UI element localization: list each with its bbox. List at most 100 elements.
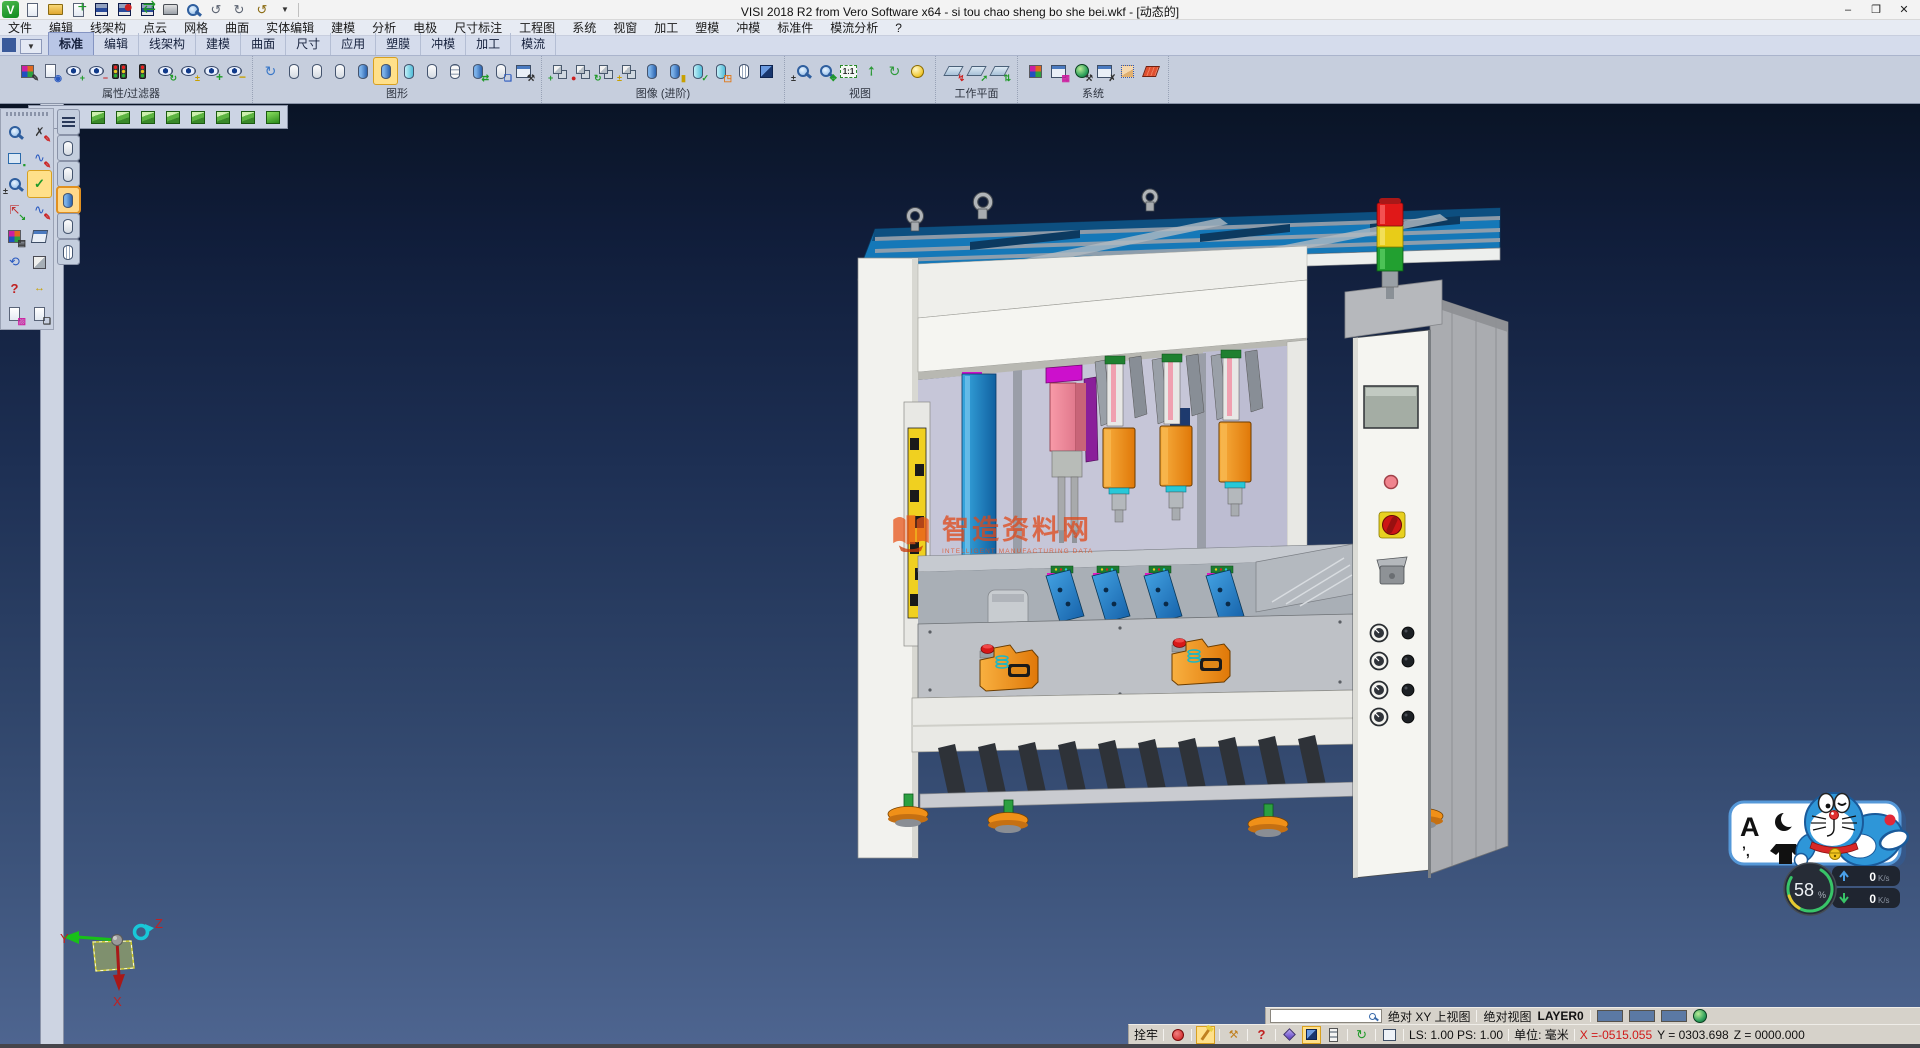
- lock-label[interactable]: 拴牢: [1134, 1026, 1158, 1043]
- tower-latch[interactable]: [1377, 557, 1407, 584]
- view-top-icon[interactable]: [236, 107, 259, 127]
- style-menu-icon[interactable]: [58, 110, 79, 134]
- solid-edges-icon[interactable]: ▮: [663, 58, 686, 84]
- menu-item[interactable]: 模流分析: [830, 19, 878, 36]
- ribbon-tab[interactable]: 尺寸: [286, 33, 331, 55]
- ribbon-tab[interactable]: 模流: [511, 33, 556, 55]
- globe-settings-icon[interactable]: ⚒: [1070, 58, 1093, 84]
- selection-filter-icon[interactable]: [131, 58, 154, 84]
- view-front-icon[interactable]: [136, 107, 159, 127]
- color-swatch-3[interactable]: [1661, 1010, 1687, 1022]
- globe-icon[interactable]: [1693, 1009, 1707, 1023]
- workplane-flip-icon[interactable]: ⇅: [988, 58, 1011, 84]
- selection-frame-icon[interactable]: ▪: [3, 145, 26, 171]
- view-right-icon[interactable]: [211, 107, 234, 127]
- tab-overflow-dropdown[interactable]: ▼: [20, 39, 42, 54]
- close-button[interactable]: ✕: [1890, 0, 1918, 19]
- material-grid-icon[interactable]: [1139, 58, 1162, 84]
- rotate-mode-icon[interactable]: ↻: [1353, 1027, 1370, 1043]
- snap-gem-icon[interactable]: [1281, 1027, 1298, 1043]
- ribbon-tab[interactable]: 线架构: [139, 33, 196, 55]
- zoom-solid-icon[interactable]: ±: [3, 171, 26, 197]
- solid-display-icon[interactable]: [640, 58, 663, 84]
- striped-style-icon[interactable]: [443, 58, 466, 84]
- minimize-button[interactable]: –: [1834, 0, 1862, 19]
- absolute-view-label[interactable]: 绝对视图: [1483, 1008, 1531, 1025]
- style-flat-icon[interactable]: [58, 214, 79, 238]
- menu-item[interactable]: 标准件: [777, 19, 813, 36]
- welding-head-orange[interactable]: [1095, 350, 1263, 522]
- add-to-view-icon[interactable]: +: [200, 58, 223, 84]
- attribute-palette-icon[interactable]: ✎: [16, 58, 39, 84]
- actual-size-icon[interactable]: 1:1: [837, 58, 860, 84]
- machine-model-3d[interactable]: [820, 146, 1520, 906]
- wireframe-style-icon[interactable]: [282, 58, 305, 84]
- measure-view-icon[interactable]: ➚: [860, 58, 883, 84]
- add-bodies-icon[interactable]: +: [548, 58, 571, 84]
- shaded-edges-style-icon[interactable]: [374, 58, 397, 84]
- maximize-button[interactable]: ❐: [1862, 0, 1890, 19]
- render-smiley-icon[interactable]: [906, 58, 929, 84]
- axes-select-icon[interactable]: ⇱↘: [3, 197, 26, 223]
- page-visibility-icon[interactable]: ◉: [39, 58, 62, 84]
- filter-bodies-icon[interactable]: ●: [571, 58, 594, 84]
- copy-view-icon[interactable]: ❏: [489, 58, 512, 84]
- curve-edit-icon[interactable]: ∿✎: [28, 145, 51, 171]
- color-swatch-1[interactable]: [1597, 1010, 1623, 1022]
- dynamic-rotate-icon[interactable]: ⇄: [466, 58, 489, 84]
- grid-window-icon[interactable]: [1381, 1027, 1398, 1043]
- menu-item[interactable]: 加工: [654, 19, 678, 36]
- viewport-3d[interactable]: ✗✎ ▪ ∿✎ ± ✓ ⇱↘ ∿✎ ▤ ⟲ ? ↔ ▨ ❏: [0, 104, 1920, 1044]
- view-shaded-icon[interactable]: [261, 107, 284, 127]
- style-shaded-icon[interactable]: [58, 188, 79, 212]
- view-iso2-icon[interactable]: [111, 107, 134, 127]
- view-mode-label[interactable]: 绝对 XY 上视图: [1388, 1008, 1470, 1025]
- view-left-icon[interactable]: [186, 107, 209, 127]
- flat-style-icon[interactable]: [420, 58, 443, 84]
- layer-stack-icon[interactable]: ▤: [3, 223, 26, 249]
- help-icon[interactable]: ?: [1253, 1027, 1270, 1043]
- workplane-axes-icon[interactable]: ↯: [942, 58, 965, 84]
- spline-edit-icon[interactable]: ∿✎: [28, 197, 51, 223]
- tower-indicator-lamp[interactable]: [1385, 476, 1398, 489]
- ribbon-tab[interactable]: 应用: [331, 33, 376, 55]
- tool-stamp-icon[interactable]: ⚒: [1225, 1027, 1242, 1043]
- window-settings-icon[interactable]: ✗: [1093, 58, 1116, 84]
- remove-from-view-icon[interactable]: −: [223, 58, 246, 84]
- delete-sketch-icon[interactable]: ✗✎: [28, 119, 51, 145]
- shaded-style-icon[interactable]: [351, 58, 374, 84]
- view-back-icon[interactable]: [161, 107, 184, 127]
- magic-wand-icon[interactable]: [1197, 1027, 1214, 1043]
- toggle-bodies-icon[interactable]: ±: [617, 58, 640, 84]
- toolbar-grip[interactable]: [6, 112, 48, 116]
- layer-indicator[interactable]: LAYER0: [1537, 1009, 1583, 1023]
- clipboard-palette-icon[interactable]: ▨: [3, 301, 26, 327]
- menu-item[interactable]: 塑模: [695, 19, 719, 36]
- ribbon-tab[interactable]: 曲面: [241, 33, 286, 55]
- refresh-selection-icon[interactable]: ⟲: [3, 249, 26, 275]
- menu-item[interactable]: 冲模: [736, 19, 760, 36]
- color-swatch-2[interactable]: [1629, 1010, 1655, 1022]
- shaded-cube-icon[interactable]: [755, 58, 778, 84]
- workplane-align-icon[interactable]: ➚: [965, 58, 988, 84]
- zoom-in-out-icon[interactable]: ±: [791, 58, 814, 84]
- ribbon-tab[interactable]: 编辑: [94, 33, 139, 55]
- hide-entities-icon[interactable]: −: [85, 58, 108, 84]
- toggle-visibility-icon[interactable]: ±: [177, 58, 200, 84]
- style-hidden-icon[interactable]: [58, 162, 79, 186]
- snap-disc-icon[interactable]: [1169, 1027, 1186, 1043]
- copy-page-icon[interactable]: ❏: [28, 301, 51, 327]
- ribbon-tab[interactable]: 标准: [48, 32, 94, 55]
- dimension-icon[interactable]: ↔: [28, 275, 51, 301]
- window-colors-icon[interactable]: ▦: [1047, 58, 1070, 84]
- control-tower[interactable]: [1345, 198, 1442, 878]
- machine-right-cabinet[interactable]: [1430, 296, 1508, 874]
- window-panes-icon[interactable]: [28, 223, 51, 249]
- ribbon-tab[interactable]: 塑膜: [376, 33, 421, 55]
- tag-solid-icon[interactable]: ◳: [709, 58, 732, 84]
- signal-tower-light[interactable]: [1377, 198, 1403, 299]
- query-icon[interactable]: ?: [3, 275, 26, 301]
- dashed-style-icon[interactable]: [328, 58, 351, 84]
- ribbon-tab[interactable]: 冲模: [421, 33, 466, 55]
- solid-cube-icon[interactable]: [28, 249, 51, 275]
